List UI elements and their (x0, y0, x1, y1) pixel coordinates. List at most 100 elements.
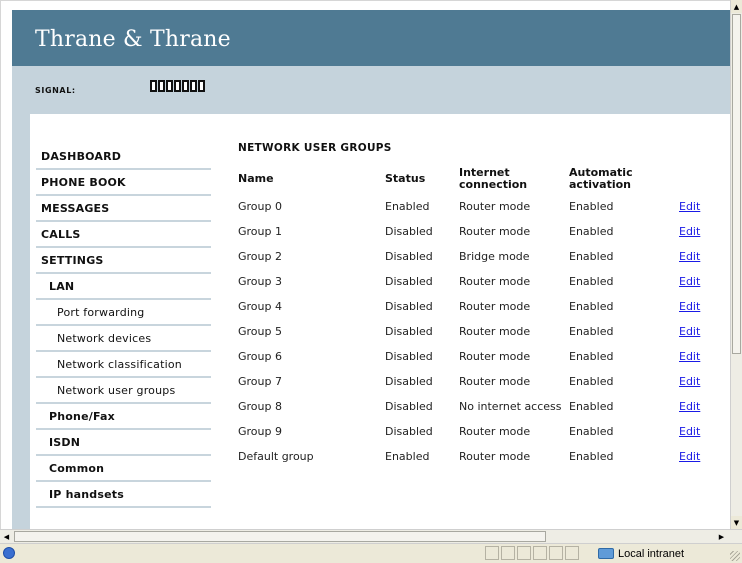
cell-edit: Edit (679, 344, 709, 369)
cell-automatic-activation: Enabled (569, 425, 614, 438)
edit-link[interactable]: Edit (679, 350, 700, 363)
sidebar-item-phone-book[interactable]: PHONE BOOK (36, 170, 211, 196)
cell-status: Disabled (385, 375, 433, 388)
edit-link[interactable]: Edit (679, 300, 700, 313)
cell-status: Enabled (385, 200, 430, 213)
cell-automatic-activation: Enabled (569, 300, 614, 313)
edit-link[interactable]: Edit (679, 250, 700, 263)
cell-edit: Edit (679, 219, 709, 244)
sidebar-item-calls[interactable]: CALLS (36, 222, 211, 248)
sidebar-item-dashboard[interactable]: DASHBOARD (36, 144, 211, 170)
horizontal-scrollbar[interactable]: ◀ ▶ (0, 529, 742, 543)
sidebar-item-network-devices[interactable]: Network devices (36, 326, 211, 352)
cell-name: Default group (238, 450, 314, 463)
sidebar-nav: DASHBOARD PHONE BOOK MESSAGES CALLS SETTINGS… (36, 144, 211, 508)
status-pane (485, 546, 499, 560)
cell-internet-connection: Router mode (459, 200, 531, 213)
resize-grip-icon[interactable] (730, 551, 740, 561)
table-header-row: Name Status Internet connection Automatic a… (238, 164, 709, 194)
header-banner: Thrane & Thrane (12, 10, 730, 66)
cell-status: Disabled (385, 350, 433, 363)
table-row: Group 4 Disabled Router mode Enabled Edit (238, 294, 709, 319)
status-pane (501, 546, 515, 560)
vertical-scroll-thumb[interactable] (732, 14, 741, 354)
edit-link[interactable]: Edit (679, 200, 700, 213)
edit-link[interactable]: Edit (679, 225, 700, 238)
zone-label: Local intranet (618, 547, 685, 560)
table-row: Group 9 Disabled Router mode Enabled Edit (238, 419, 709, 444)
cell-status: Enabled (385, 450, 430, 463)
cell-name: Group 9 (238, 425, 282, 438)
signal-bar-segment (158, 80, 165, 92)
sidebar-item-network-user-groups[interactable]: Network user groups (36, 378, 211, 404)
sidebar-item-port-forwarding[interactable]: Port forwarding (36, 300, 211, 326)
cell-edit: Edit (679, 319, 709, 344)
status-pane (565, 546, 579, 560)
status-pane (549, 546, 563, 560)
scroll-up-arrow-icon[interactable]: ▲ (731, 0, 742, 13)
cell-internet-connection: Bridge mode (459, 250, 530, 263)
signal-bar-segment (190, 80, 197, 92)
cell-edit: Edit (679, 294, 709, 319)
edit-link[interactable]: Edit (679, 425, 700, 438)
signal-bar-segment (166, 80, 173, 92)
status-pane (533, 546, 547, 560)
sidebar-item-lan[interactable]: LAN (36, 274, 211, 300)
sidebar-item-ip-handsets[interactable]: IP handsets (36, 482, 211, 508)
scroll-right-arrow-icon[interactable]: ▶ (715, 530, 728, 543)
cell-automatic-activation: Enabled (569, 325, 614, 338)
cell-automatic-activation: Enabled (569, 400, 614, 413)
cell-status: Disabled (385, 300, 433, 313)
signal-strength-indicator (150, 80, 205, 92)
cell-status: Disabled (385, 425, 433, 438)
sidebar-item-isdn[interactable]: ISDN (36, 430, 211, 456)
cell-internet-connection: Router mode (459, 375, 531, 388)
edit-link[interactable]: Edit (679, 325, 700, 338)
browser-viewport: Thrane & Thrane SIGNAL: DASHBOARD PHONE B… (0, 0, 730, 529)
sidebar-item-messages[interactable]: MESSAGES (36, 196, 211, 222)
table-row: Group 7 Disabled Router mode Enabled Edit (238, 369, 709, 394)
edit-link[interactable]: Edit (679, 275, 700, 288)
status-pane (517, 546, 531, 560)
table-row: Group 8 Disabled No internet access Enabled… (238, 394, 709, 419)
sidebar-item-phone-fax[interactable]: Phone/Fax (36, 404, 211, 430)
cell-name: Group 1 (238, 225, 282, 238)
cell-edit: Edit (679, 369, 709, 394)
left-accent-strip (12, 114, 30, 529)
cell-name: Group 8 (238, 400, 282, 413)
cell-internet-connection: Router mode (459, 450, 531, 463)
sidebar-item-common[interactable]: Common (36, 456, 211, 482)
cell-automatic-activation: Enabled (569, 200, 614, 213)
edit-link[interactable]: Edit (679, 400, 700, 413)
table-row: Group 0 Enabled Router mode Enabled Edit (238, 194, 709, 219)
signal-label: SIGNAL: (35, 86, 76, 95)
signal-bar-segment (150, 80, 157, 92)
cell-edit: Edit (679, 194, 709, 219)
cell-edit: Edit (679, 444, 709, 469)
table-row: Group 3 Disabled Router mode Enabled Edit (238, 269, 709, 294)
cell-status: Disabled (385, 400, 433, 413)
cell-automatic-activation: Enabled (569, 350, 614, 363)
signal-bar-segment (174, 80, 181, 92)
security-zone: Local intranet (598, 546, 728, 561)
horizontal-scroll-thumb[interactable] (14, 531, 546, 542)
edit-link[interactable]: Edit (679, 450, 700, 463)
table-row: Group 6 Disabled Router mode Enabled Edit (238, 344, 709, 369)
sidebar-item-settings[interactable]: SETTINGS (36, 248, 211, 274)
table-row: Group 1 Disabled Router mode Enabled Edit (238, 219, 709, 244)
sidebar-item-network-classification[interactable]: Network classification (36, 352, 211, 378)
user-groups-table: Name Status Internet connection Automatic a… (238, 164, 709, 469)
cell-name: Group 2 (238, 250, 282, 263)
cell-status: Disabled (385, 225, 433, 238)
signal-bar-segment (182, 80, 189, 92)
cell-internet-connection: Router mode (459, 225, 531, 238)
edit-link[interactable]: Edit (679, 375, 700, 388)
table-row: Default group Enabled Router mode Enabled Ed… (238, 444, 709, 469)
scroll-left-arrow-icon[interactable]: ◀ (0, 530, 13, 543)
cell-internet-connection: Router mode (459, 325, 531, 338)
scroll-down-arrow-icon[interactable]: ▼ (731, 516, 742, 529)
cell-status: Disabled (385, 250, 433, 263)
cell-automatic-activation: Enabled (569, 450, 614, 463)
vertical-scrollbar[interactable]: ▲ ▼ (730, 0, 742, 529)
page-title: NETWORK USER GROUPS (238, 142, 392, 154)
